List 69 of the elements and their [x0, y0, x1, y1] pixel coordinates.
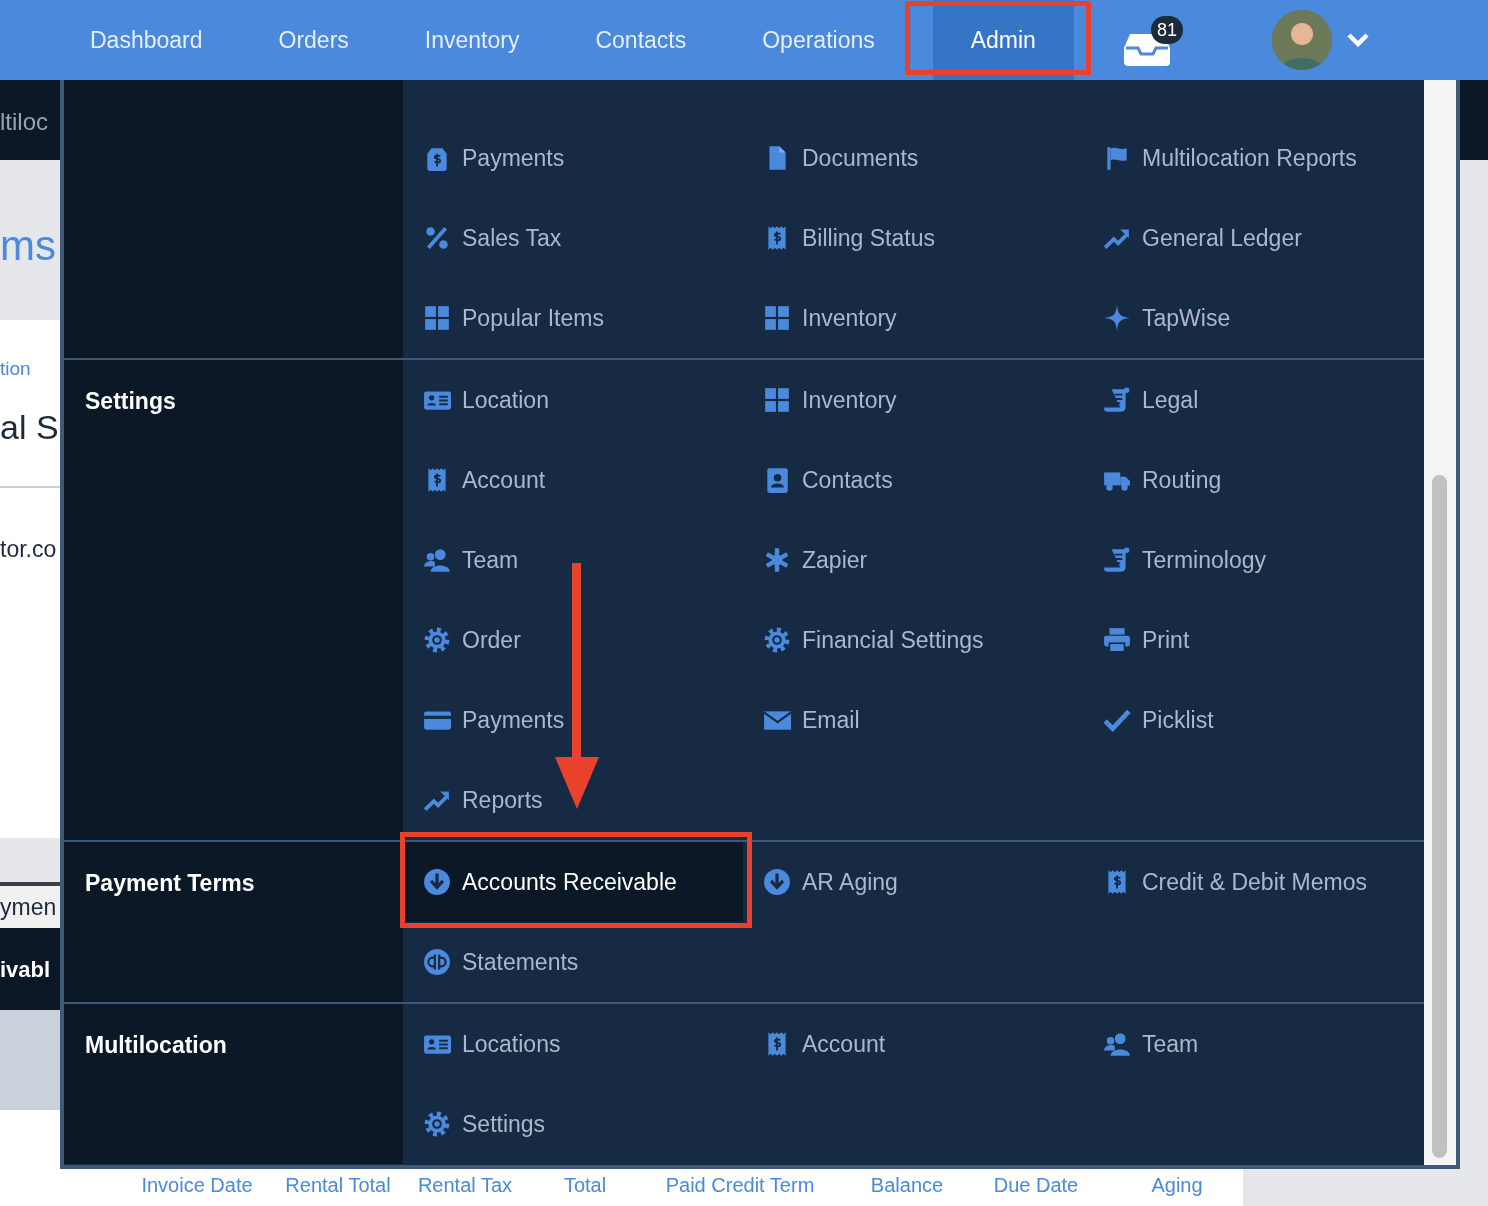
- menu-item[interactable]: Order: [403, 600, 521, 680]
- menu-item[interactable]: Settings: [403, 1084, 546, 1164]
- menu-item[interactable]: Inventory: [743, 360, 897, 440]
- menu-item[interactable]: Payments: [403, 680, 565, 760]
- menu-item[interactable]: AR Aging: [743, 842, 898, 922]
- tab-strip: [0, 838, 60, 882]
- grid-icon: [763, 386, 791, 414]
- menu-item[interactable]: Account: [403, 440, 546, 520]
- menu-item[interactable]: Team: [403, 520, 519, 600]
- section-heading: Multilocation: [85, 1032, 227, 1058]
- column-header[interactable]: Balance: [870, 1170, 944, 1200]
- column-header[interactable]: Due Date: [993, 1170, 1079, 1200]
- column-header[interactable]: Paid Credit Term: [665, 1170, 815, 1200]
- menu-item[interactable]: Print: [1083, 600, 1190, 680]
- menu-item[interactable]: Billing Status: [743, 198, 935, 278]
- menu-item[interactable]: Routing: [1083, 440, 1222, 520]
- percent-icon: [423, 224, 451, 252]
- column-header[interactable]: Rental Tax: [417, 1170, 513, 1200]
- page-heading: ms: [0, 221, 56, 271]
- menu-item[interactable]: Team: [1083, 1004, 1199, 1084]
- scroll-icon: [1103, 386, 1131, 414]
- menu-item[interactable]: Picklist: [1083, 680, 1214, 760]
- menu-item[interactable]: Accounts Receivable: [403, 842, 743, 922]
- menu-item[interactable]: Reports: [403, 760, 543, 840]
- users-icon: [423, 546, 451, 574]
- menu-item[interactable]: Legal: [1083, 360, 1199, 440]
- gear-icon: [763, 626, 791, 654]
- scroll-icon: [1103, 546, 1131, 574]
- section-heading: Settings: [85, 388, 176, 414]
- menu-item[interactable]: Multilocation Reports: [1083, 118, 1357, 198]
- column-header[interactable]: Aging: [1151, 1170, 1203, 1200]
- grid-icon: [763, 304, 791, 332]
- menu-item[interactable]: Location: [403, 360, 549, 440]
- column-header[interactable]: Total: [563, 1170, 607, 1200]
- asterisk-icon: [763, 546, 791, 574]
- menu-item[interactable]: Documents: [743, 118, 919, 198]
- menu-item[interactable]: General Ledger: [1083, 198, 1302, 278]
- menu-item[interactable]: Statements: [403, 922, 579, 1002]
- menu-item[interactable]: Credit & Debit Memos: [1083, 842, 1367, 922]
- arrow-down-circle-icon: [763, 868, 791, 896]
- chevron-down-icon[interactable]: [1345, 32, 1370, 48]
- menu-item[interactable]: TapWise: [1083, 278, 1231, 358]
- column-header[interactable]: Rental Total: [285, 1170, 391, 1200]
- gear-icon: [423, 626, 451, 654]
- printer-icon: [1103, 626, 1131, 654]
- menu-item[interactable]: Popular Items: [403, 278, 604, 358]
- users-icon: [1103, 1030, 1131, 1058]
- section-title: al S: [0, 407, 59, 448]
- arrow-down-circle-icon: [423, 868, 451, 896]
- menu-item[interactable]: Terminology: [1083, 520, 1266, 600]
- scrollbar[interactable]: [1424, 80, 1456, 1165]
- menu-item[interactable]: Contacts: [743, 440, 893, 520]
- menu-item[interactable]: Financial Settings: [743, 600, 984, 680]
- menu-item[interactable]: Email: [743, 680, 860, 760]
- menu-item[interactable]: Payments: [403, 118, 565, 198]
- scrollbar-thumb[interactable]: [1432, 475, 1447, 1158]
- grid-icon: [423, 304, 451, 332]
- gear-icon: [423, 1110, 451, 1138]
- menu-item[interactable]: Zapier: [743, 520, 868, 600]
- qb-circle-icon: [423, 948, 451, 976]
- email-text: tor.co: [0, 535, 57, 564]
- menu-item[interactable]: Locations: [403, 1004, 561, 1084]
- column-header[interactable]: Invoice Date: [141, 1170, 253, 1200]
- notification-badge: 81: [1150, 16, 1183, 44]
- menu-item[interactable]: Inventory: [743, 278, 897, 358]
- section-heading: Payment Terms: [85, 870, 255, 896]
- menu-item[interactable]: Account: [743, 1004, 886, 1084]
- breadcrumb: ltiloc: [0, 107, 48, 137]
- menu-item[interactable]: Sales Tax: [403, 198, 562, 278]
